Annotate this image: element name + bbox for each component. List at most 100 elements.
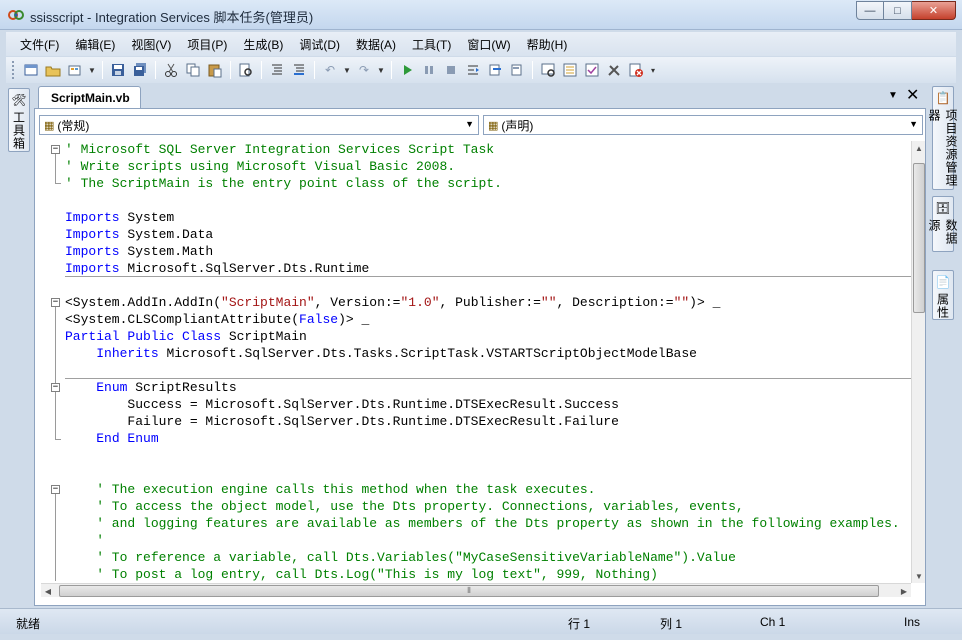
code-token: Partial Public Class <box>65 329 222 344</box>
document-well: ScriptMain.vb ▼ ✕ ▦ (常规) ▼ ▦ (声明) ▼ − − <box>32 84 928 606</box>
solution-explorer-icon[interactable] <box>537 60 559 80</box>
add-item-dropdown-icon[interactable]: ▼ <box>86 60 98 80</box>
code-token: ' Write scripts using Microsoft Visual B… <box>65 159 456 174</box>
code-token: False <box>299 312 339 327</box>
code-line: ' To reference a variable, call Dts.Vari… <box>65 549 736 566</box>
code-line: <System.CLSCompliantAttribute(False)> _ <box>65 311 369 328</box>
start-debug-icon[interactable] <box>396 60 418 80</box>
open-folder-icon[interactable] <box>42 60 64 80</box>
horizontal-scrollbar[interactable]: ◀ ⦀ ▶ <box>41 583 911 597</box>
toolbar-grip[interactable] <box>12 61 16 79</box>
code-token: Failure = Microsoft.SqlServer.Dts.Runtim… <box>65 414 619 429</box>
toolbar-overflow-icon[interactable]: ▾ <box>647 60 659 80</box>
code-token: "" <box>540 295 557 310</box>
toolbox-icon: 🛠 <box>11 93 27 107</box>
uncomment-icon[interactable] <box>288 60 310 80</box>
properties-tab[interactable]: 📄 属性 <box>932 270 954 320</box>
code-line: ' To access the object model, use the Dt… <box>65 498 744 515</box>
undo-icon[interactable]: ↶ <box>319 60 341 80</box>
menu-item[interactable]: 项目(P) <box>179 36 235 53</box>
redo-icon[interactable]: ↷ <box>353 60 375 80</box>
tab-scriptmain[interactable]: ScriptMain.vb <box>38 86 141 108</box>
code-token: ' The ScriptMain is the entry point clas… <box>65 176 502 191</box>
undo-dropdown-icon[interactable]: ▼ <box>341 60 353 80</box>
comment-icon[interactable] <box>266 60 288 80</box>
collapse-region-icon[interactable]: − <box>51 145 60 154</box>
status-bar: 就绪 行 1 列 1 Ch 1 Ins <box>0 608 962 634</box>
horizontal-scroll-thumb[interactable]: ⦀ <box>59 585 879 597</box>
properties-label: 属性 <box>935 293 950 319</box>
solution-explorer-label: 项目资源管理器 <box>927 109 958 187</box>
code-token: <System.AddIn.AddIn( <box>65 295 222 310</box>
code-text-area[interactable]: − − − − ' Microsoft SQL Server Integrati… <box>41 141 911 581</box>
menu-item[interactable]: 生成(B) <box>235 36 291 53</box>
menu-item[interactable]: 视图(V) <box>123 36 179 53</box>
step-over-icon[interactable] <box>484 60 506 80</box>
tools-icon[interactable] <box>603 60 625 80</box>
error-list-icon[interactable] <box>625 60 647 80</box>
document-tab-row: ScriptMain.vb ▼ ✕ <box>32 84 928 108</box>
code-token: System.Math <box>119 244 214 259</box>
code-token: <System.CLSCompliantAttribute( <box>65 312 300 327</box>
menu-item[interactable]: 工具(T) <box>404 36 459 53</box>
toolbox-tab[interactable]: 🛠 工具箱 <box>8 88 30 152</box>
solution-explorer-tab[interactable]: 📋 项目资源管理器 <box>927 86 958 190</box>
code-token: Inherits <box>96 346 159 361</box>
scroll-up-icon[interactable]: ▲ <box>912 141 926 155</box>
code-line: Enum ScriptResults <box>65 379 236 396</box>
code-token: "ScriptMain" <box>221 295 315 310</box>
code-line: ' The ScriptMain is the entry point clas… <box>65 175 502 192</box>
data-sources-tab[interactable]: 🗄 数据源 <box>927 196 958 252</box>
step-out-icon[interactable] <box>506 60 528 80</box>
chevron-down-icon: ▼ <box>465 119 474 129</box>
save-all-icon[interactable] <box>129 60 151 80</box>
code-line: Success = Microsoft.SqlServer.Dts.Runtim… <box>65 396 618 413</box>
scroll-left-icon[interactable]: ◀ <box>41 584 55 598</box>
method-name-combo[interactable]: ▦ (声明) ▼ <box>483 115 923 135</box>
code-token: System.Data <box>119 227 214 242</box>
redo-dropdown-icon[interactable]: ▼ <box>375 60 387 80</box>
paste-icon[interactable] <box>204 60 226 80</box>
minimize-button[interactable]: — <box>856 1 884 20</box>
menu-item[interactable]: 数据(A) <box>348 36 404 53</box>
code-token: Imports <box>65 261 120 276</box>
tab-list-dropdown-icon[interactable]: ▼ <box>888 90 898 101</box>
close-tab-icon[interactable]: ✕ <box>906 85 919 105</box>
close-window-button[interactable]: ✕ <box>912 1 956 20</box>
collapse-region-icon[interactable]: − <box>51 383 60 392</box>
menu-item[interactable]: 调试(D) <box>291 36 348 53</box>
collapse-region-icon[interactable]: − <box>51 485 60 494</box>
menu-item[interactable]: 窗口(W) <box>459 36 518 53</box>
menu-item[interactable]: 编辑(E) <box>67 36 123 53</box>
code-token: Microsoft.SqlServer.Dts.Runtime <box>119 261 370 276</box>
find-icon[interactable] <box>235 60 257 80</box>
vertical-scrollbar[interactable]: ▲ ▼ <box>911 141 925 583</box>
scroll-right-icon[interactable]: ▶ <box>897 584 911 598</box>
object-browser-icon[interactable] <box>581 60 603 80</box>
scroll-down-icon[interactable]: ▼ <box>912 569 926 583</box>
code-line: Failure = Microsoft.SqlServer.Dts.Runtim… <box>65 413 619 430</box>
step-into-icon[interactable] <box>462 60 484 80</box>
maximize-button[interactable]: □ <box>884 1 912 20</box>
code-line: Imports System.Data <box>65 226 213 243</box>
left-dock-strip: 🛠 工具箱 <box>6 86 30 606</box>
toolbox-label: 工具箱 <box>11 111 26 150</box>
save-icon[interactable] <box>107 60 129 80</box>
properties-icon[interactable] <box>559 60 581 80</box>
menu-item[interactable]: 帮助(H) <box>519 36 576 53</box>
class-name-combo[interactable]: ▦ (常规) ▼ <box>39 115 479 135</box>
project-icon[interactable] <box>20 60 42 80</box>
vertical-scroll-thumb[interactable] <box>913 163 925 313</box>
cut-icon[interactable] <box>160 60 182 80</box>
collapse-region-icon[interactable]: − <box>51 298 60 307</box>
stop-icon[interactable] <box>440 60 462 80</box>
menu-item[interactable]: 文件(F) <box>6 36 67 53</box>
code-token: End Enum <box>96 431 159 446</box>
code-token: ' To access the object model, use the Dt… <box>65 499 744 514</box>
copy-icon[interactable] <box>182 60 204 80</box>
add-item-icon[interactable] <box>64 60 86 80</box>
title-bar: ssisscript - Integration Services 脚本任务(管… <box>0 0 962 30</box>
code-token: "" <box>673 295 690 310</box>
break-all-icon[interactable] <box>418 60 440 80</box>
